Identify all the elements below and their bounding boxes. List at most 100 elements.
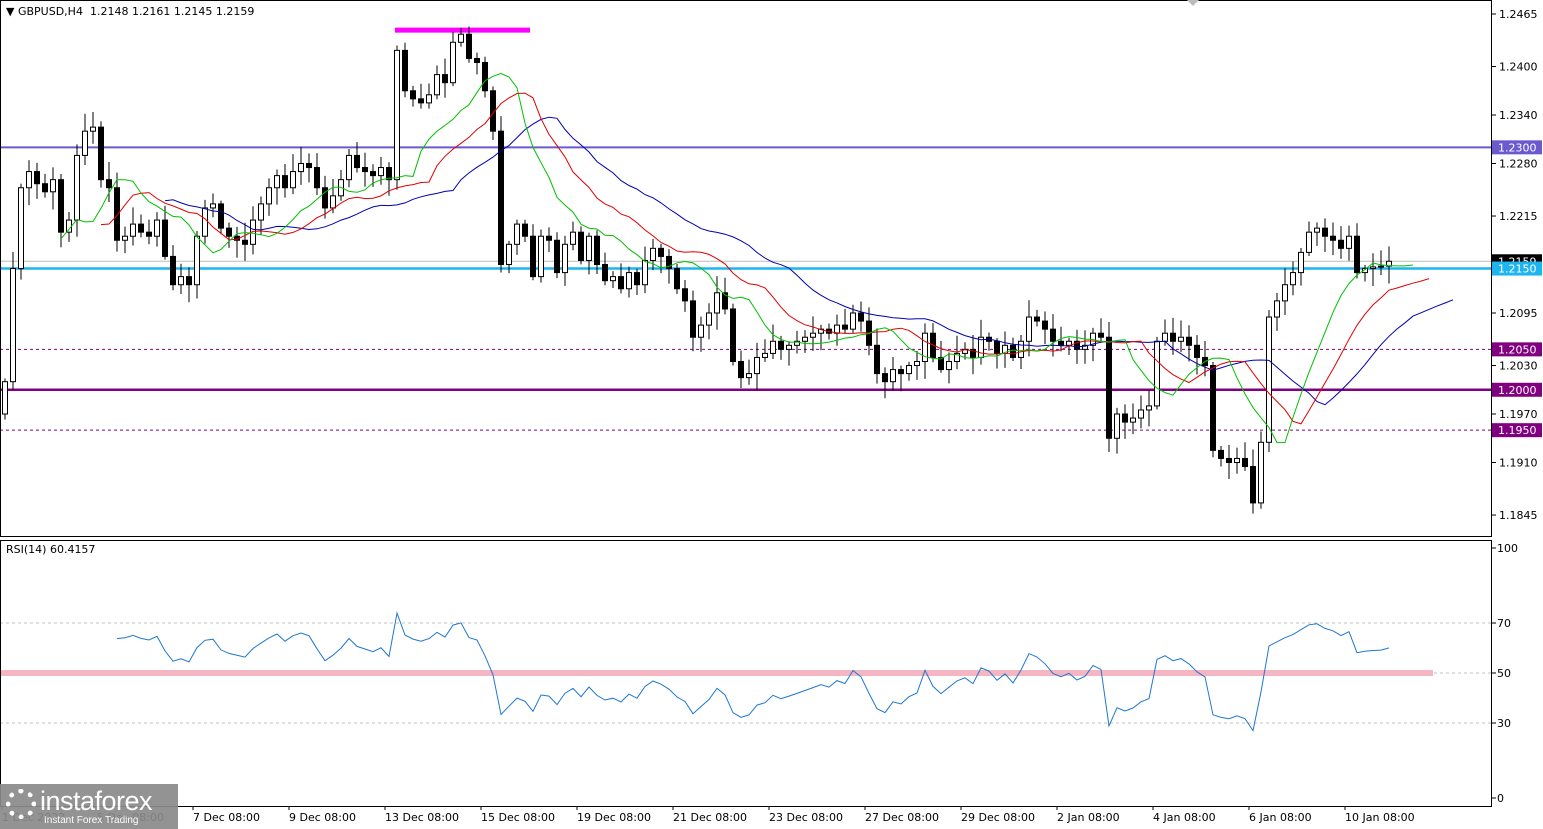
candle-body <box>1194 344 1200 358</box>
candle-body <box>762 352 768 358</box>
candle-body <box>754 356 760 375</box>
candle-body <box>226 227 232 237</box>
time-tick-label: 23 Dec 08:00 <box>769 811 843 824</box>
candle-body <box>1234 457 1240 463</box>
price-tick-label: 1.2030 <box>1499 360 1538 373</box>
collapse-triangle-icon[interactable]: ▼ <box>6 5 14 18</box>
rsi-tick-label: 70 <box>1497 617 1511 630</box>
candle-body <box>138 223 144 233</box>
candle-body <box>218 203 224 229</box>
ohlc-readout: 1.2148 1.2161 1.2145 1.2159 <box>89 5 255 18</box>
candle-body <box>418 98 424 104</box>
candle-body <box>1130 417 1136 423</box>
candle-body <box>898 369 904 375</box>
candle-body <box>1146 405 1152 411</box>
candle-body <box>1242 457 1248 468</box>
candle-body <box>594 235 600 266</box>
candle-body <box>1154 340 1160 407</box>
candle-body <box>850 312 856 330</box>
candle-body <box>786 344 792 350</box>
candle-body <box>602 264 608 282</box>
price-tick-label: 1.2280 <box>1499 157 1538 170</box>
level-price-text: 1.2000 <box>1498 384 1537 397</box>
shift-marker-icon <box>1187 0 1199 6</box>
candle-body <box>650 247 656 261</box>
candle-body <box>26 171 32 189</box>
candle-body <box>658 247 664 257</box>
rsi-tick-label: 30 <box>1497 717 1511 730</box>
candle-body <box>714 292 720 314</box>
candle-body <box>978 336 984 358</box>
candle-body <box>842 324 848 330</box>
candle-body <box>378 167 384 177</box>
chart-canvas[interactable]: 1.21591.23001.21501.20501.20001.1950 1.2… <box>0 0 1543 829</box>
candle-body <box>1226 457 1232 463</box>
candle-body <box>626 272 632 290</box>
candle-body <box>570 231 576 245</box>
candle-body <box>306 162 312 169</box>
candle-body <box>434 74 440 96</box>
candle-body <box>1010 344 1016 358</box>
candle-body <box>130 223 136 237</box>
candle-body <box>450 41 456 84</box>
level-price-text: 1.2300 <box>1498 141 1537 154</box>
candle-body <box>354 154 360 169</box>
candle-body <box>482 61 488 92</box>
candle-body <box>874 344 880 375</box>
candle-body <box>1218 449 1224 459</box>
level-price-text: 1.1950 <box>1498 424 1537 437</box>
candle-body <box>106 179 112 189</box>
candle-body <box>74 154 80 221</box>
level-price-text: 1.2050 <box>1498 343 1537 356</box>
candle-body <box>98 126 104 181</box>
candle-body <box>1162 332 1168 342</box>
candle-body <box>578 231 584 261</box>
candle-body <box>1170 332 1176 342</box>
candle-body <box>370 171 376 177</box>
candle-body <box>274 175 280 189</box>
candle-body <box>66 219 72 233</box>
candle-body <box>1338 239 1344 249</box>
candle-body <box>442 74 448 84</box>
candle-body <box>802 336 808 342</box>
candle-body <box>994 340 1000 354</box>
candle-body <box>810 332 816 338</box>
rsi-tick-label: 50 <box>1497 667 1511 680</box>
time-tick-label: 4 Jan 08:00 <box>1153 811 1216 824</box>
time-tick-label: 27 Dec 08:00 <box>865 811 939 824</box>
candle-body <box>946 360 952 371</box>
candle-body <box>210 203 216 209</box>
time-tick-label: 29 Dec 08:00 <box>961 811 1035 824</box>
candle-body <box>402 49 408 92</box>
time-tick-label: 2 Jan 08:00 <box>1057 811 1120 824</box>
time-tick-label: 13 Dec 08:00 <box>385 811 459 824</box>
candle-body <box>162 219 168 257</box>
candle-body <box>410 90 416 100</box>
candle-body <box>746 373 752 379</box>
candle-body <box>1306 231 1312 253</box>
candle-body <box>1138 409 1144 419</box>
time-tick-label: 21 Dec 08:00 <box>673 811 747 824</box>
candle-body <box>1042 320 1048 330</box>
candle-body <box>1034 316 1040 322</box>
candle-body <box>706 312 712 326</box>
price-tick-label: 1.2340 <box>1499 109 1538 122</box>
candle-body <box>1258 441 1264 504</box>
candle-body <box>882 373 888 383</box>
time-tick-label: 9 Dec 08:00 <box>289 811 356 824</box>
candle-body <box>562 243 568 274</box>
candle-body <box>682 288 688 302</box>
candle-body <box>698 324 704 338</box>
price-tick-label: 1.1970 <box>1499 408 1538 421</box>
candle-body <box>178 276 184 286</box>
candle-body <box>1210 365 1216 451</box>
rsi-tick-label: 0 <box>1497 792 1504 805</box>
candle-body <box>42 183 48 193</box>
candle-body <box>266 187 272 205</box>
candle-body <box>506 243 512 266</box>
candle-body <box>314 167 320 189</box>
candle-body <box>154 219 160 237</box>
candle-body <box>1354 235 1360 274</box>
candle-body <box>634 272 640 286</box>
candle-body <box>1106 336 1112 439</box>
